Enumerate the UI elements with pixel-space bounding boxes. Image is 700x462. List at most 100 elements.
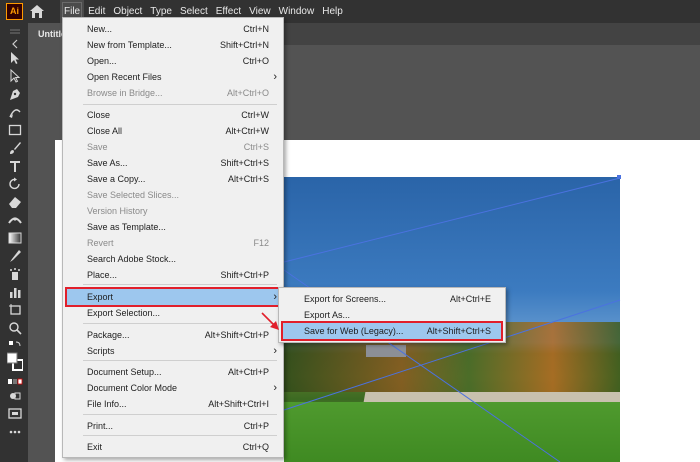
direct-selection-tool-icon[interactable] xyxy=(7,69,23,83)
menu-item-label: Open... xyxy=(87,56,117,66)
menu-item-label: Save xyxy=(87,142,108,152)
photo-building xyxy=(366,345,406,357)
menu-item-label: Browse in Bridge... xyxy=(87,88,163,98)
eyedropper-tool-icon[interactable] xyxy=(7,249,23,263)
menu-help[interactable]: Help xyxy=(318,0,347,23)
menu-item-version-history: Version History xyxy=(87,203,269,219)
menu-item-shortcut: Alt+Shift+Ctrl+S xyxy=(426,326,491,336)
paintbrush-tool-icon[interactable] xyxy=(7,141,23,155)
home-icon[interactable] xyxy=(29,4,45,19)
file-menu-dropdown: New... Ctrl+N New from Template... Shift+Ct… xyxy=(62,17,284,458)
zoom-tool-icon[interactable] xyxy=(7,321,23,335)
symbol-sprayer-tool-icon[interactable] xyxy=(7,267,23,281)
menu-item-document-color-mode[interactable]: Document Color Mode › xyxy=(87,380,277,396)
eraser-tool-icon[interactable] xyxy=(7,195,23,209)
menu-item-label: Package... xyxy=(87,330,130,340)
menu-item-shortcut: Alt+Shift+Ctrl+I xyxy=(208,399,269,409)
menu-item-shortcut: Ctrl+N xyxy=(243,24,269,34)
collapse-panel-icon[interactable] xyxy=(7,37,23,51)
menu-item-save-as-template[interactable]: Save as Template... xyxy=(87,219,269,235)
menu-item-label: Export Selection... xyxy=(87,308,161,318)
menu-item-save-as[interactable]: Save As... Shift+Ctrl+S xyxy=(87,155,269,171)
artboard-tool-icon[interactable] xyxy=(7,303,23,317)
menu-item-new-from-template[interactable]: New from Template... Shift+Ctrl+N xyxy=(87,37,269,53)
menu-item-label: New... xyxy=(87,24,113,34)
tools-panel xyxy=(0,23,28,462)
menu-item-shortcut: Ctrl+P xyxy=(243,421,269,431)
curvature-tool-icon[interactable] xyxy=(7,105,23,119)
menu-separator xyxy=(83,284,277,285)
menu-item-label: File Info... xyxy=(87,399,127,409)
screen-mode-icon[interactable] xyxy=(7,407,23,421)
menu-item-shortcut: F12 xyxy=(253,238,269,248)
graph-tool-icon[interactable] xyxy=(7,285,23,299)
panel-grip-icon xyxy=(7,25,23,34)
menu-item-shortcut: Ctrl+W xyxy=(241,110,269,120)
fill-stroke-swatches[interactable] xyxy=(7,351,23,373)
menu-item-shortcut: Shift+Ctrl+P xyxy=(220,270,269,280)
menu-item-label: Open Recent Files xyxy=(87,72,162,82)
menu-separator xyxy=(83,104,277,105)
menu-item-shortcut: Ctrl+S xyxy=(243,142,269,152)
menu-item-print[interactable]: Print... Ctrl+P xyxy=(87,418,269,434)
menu-item-label: Scripts xyxy=(87,346,115,356)
menu-item-shortcut: Alt+Ctrl+O xyxy=(226,88,269,98)
menu-item-label: Version History xyxy=(87,206,148,216)
menu-item-save: Save Ctrl+S xyxy=(87,139,269,155)
menu-item-shortcut: Alt+Ctrl+E xyxy=(449,294,491,304)
menu-item-label: Export for Screens... xyxy=(304,294,387,304)
menu-item-label: Exit xyxy=(87,442,103,452)
menu-item-search-adobe-stock[interactable]: Search Adobe Stock... xyxy=(87,251,269,267)
menu-item-export-selection[interactable]: Export Selection... xyxy=(87,305,269,321)
menu-item-save-a-copy[interactable]: Save a Copy... Alt+Ctrl+S xyxy=(87,171,269,187)
menu-item-label: Export xyxy=(87,292,114,302)
menu-item-place[interactable]: Place... Shift+Ctrl+P xyxy=(87,267,269,283)
menu-item-close[interactable]: Close Ctrl+W xyxy=(87,107,269,123)
menu-item-new[interactable]: New... Ctrl+N xyxy=(87,21,269,37)
more-tools-icon[interactable] xyxy=(7,425,23,439)
color-mode-icon[interactable] xyxy=(7,375,23,389)
menu-item-label: Document Color Mode xyxy=(87,383,178,393)
export-submenu: Export for Screens... Alt+Ctrl+E Export As… xyxy=(278,287,506,343)
pen-tool-icon[interactable] xyxy=(7,87,23,101)
menu-item-close-all[interactable]: Close All Alt+Ctrl+W xyxy=(87,123,269,139)
menu-item-revert: Revert F12 xyxy=(87,235,269,251)
rectangle-tool-icon[interactable] xyxy=(7,123,23,137)
selection-tool-icon[interactable] xyxy=(7,51,23,65)
menu-item-shortcut: Shift+Ctrl+N xyxy=(219,40,269,50)
menu-item-label: Document Setup... xyxy=(87,367,162,377)
menu-item-label: Close xyxy=(87,110,111,120)
width-tool-icon[interactable] xyxy=(7,213,23,227)
menu-item-open[interactable]: Open... Ctrl+O xyxy=(87,53,269,69)
menu-item-shortcut: Ctrl+O xyxy=(242,56,269,66)
menu-item-shortcut: Alt+Shift+Ctrl+P xyxy=(204,330,269,340)
menu-item-save-for-web-legacy[interactable]: Save for Web (Legacy)... Alt+Shift+Ctrl+S xyxy=(281,321,503,341)
menu-item-document-setup[interactable]: Document Setup... Alt+Ctrl+P xyxy=(87,364,269,380)
menu-item-label: Save for Web (Legacy)... xyxy=(304,326,404,336)
menu-item-export[interactable]: Export › xyxy=(65,287,281,307)
menu-item-scripts[interactable]: Scripts › xyxy=(87,343,277,359)
menu-item-shortcut: Ctrl+Q xyxy=(242,442,269,452)
menu-item-label: Revert xyxy=(87,238,114,248)
rotate-tool-icon[interactable] xyxy=(7,177,23,191)
menu-item-browse-in-bridge: Browse in Bridge... Alt+Ctrl+O xyxy=(87,85,269,101)
chevron-right-icon: › xyxy=(273,382,277,394)
menu-separator xyxy=(83,323,277,324)
menu-item-shortcut: Alt+Ctrl+S xyxy=(227,174,269,184)
menu-item-label: Print... xyxy=(87,421,114,431)
menu-item-label: Save Selected Slices... xyxy=(87,190,180,200)
chevron-right-icon: › xyxy=(273,345,277,357)
gradient-tool-icon[interactable] xyxy=(7,231,23,245)
draw-mode-icon[interactable] xyxy=(7,389,23,403)
menu-item-open-recent-files[interactable]: Open Recent Files › xyxy=(87,69,277,85)
type-tool-icon[interactable] xyxy=(7,159,23,173)
menu-item-file-info[interactable]: File Info... Alt+Shift+Ctrl+I xyxy=(87,396,269,412)
menu-item-exit[interactable]: Exit Ctrl+Q xyxy=(87,439,269,455)
menu-separator xyxy=(83,360,277,361)
menu-item-export-for-screens[interactable]: Export for Screens... Alt+Ctrl+E xyxy=(304,291,491,307)
menu-item-label: Place... xyxy=(87,270,118,280)
menu-item-label: New from Template... xyxy=(87,40,172,50)
menu-separator xyxy=(83,414,277,415)
menu-item-label: Search Adobe Stock... xyxy=(87,254,177,264)
menu-item-package[interactable]: Package... Alt+Shift+Ctrl+P xyxy=(87,327,269,343)
